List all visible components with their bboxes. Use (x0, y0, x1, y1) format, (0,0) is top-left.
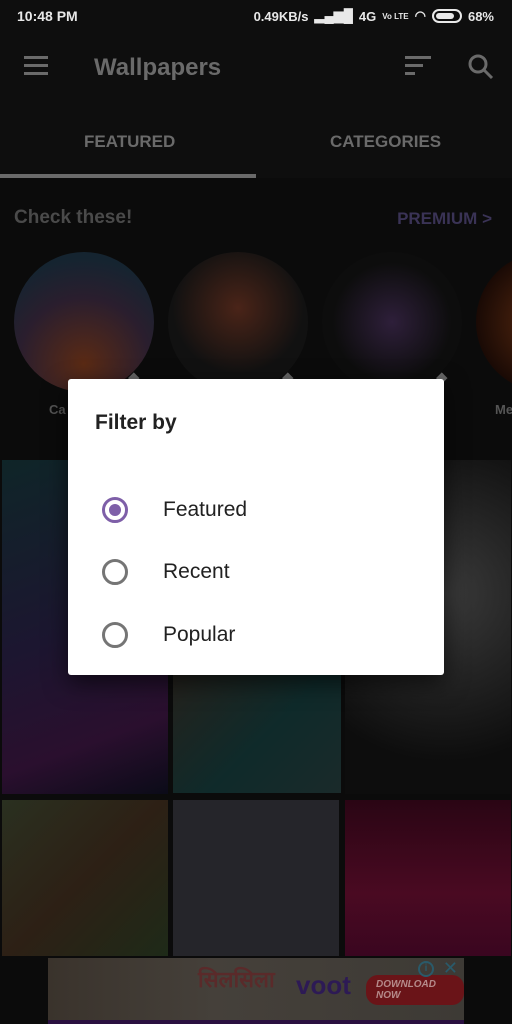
radio-unchecked-icon[interactable] (102, 559, 128, 585)
filter-option-popular[interactable]: Popular (68, 607, 444, 663)
filter-dialog: Filter by Featured Recent Popular (68, 379, 444, 675)
dialog-title: Filter by (95, 411, 177, 434)
radio-unchecked-icon[interactable] (102, 622, 128, 648)
option-label: Popular (163, 623, 236, 646)
option-label: Recent (163, 560, 230, 583)
filter-option-featured[interactable]: Featured (68, 482, 444, 538)
radio-checked-icon[interactable] (102, 497, 128, 523)
filter-option-recent[interactable]: Recent (68, 544, 444, 600)
option-label: Featured (163, 498, 248, 521)
